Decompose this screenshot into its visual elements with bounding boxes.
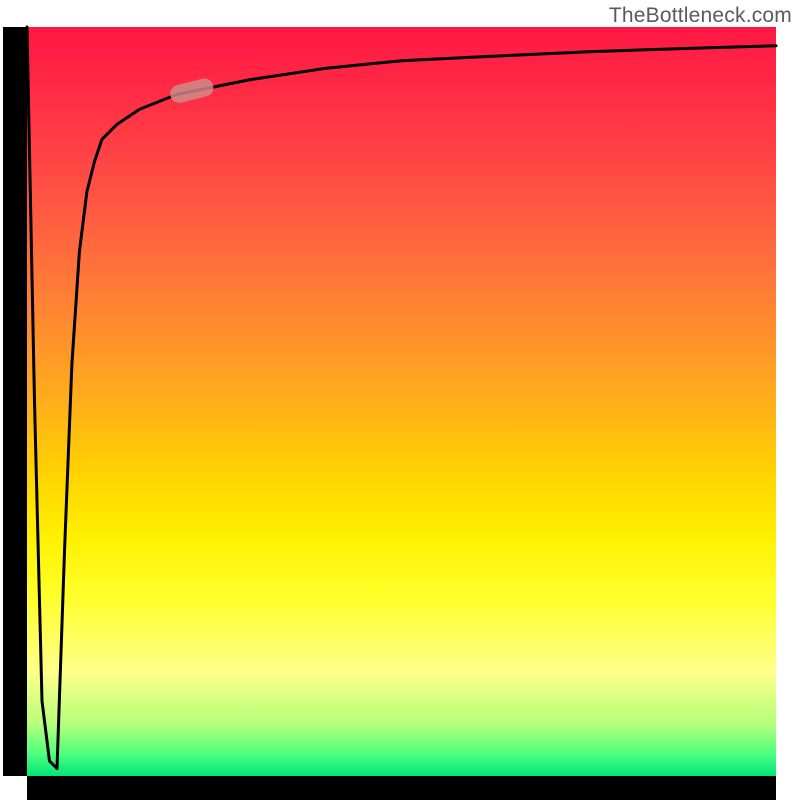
- bottleneck-chart: TheBottleneck.com: [0, 0, 800, 800]
- y-axis: [3, 27, 27, 776]
- watermark-text: TheBottleneck.com: [609, 4, 792, 28]
- x-axis: [27, 776, 776, 800]
- gradient-plot-background: [27, 27, 776, 776]
